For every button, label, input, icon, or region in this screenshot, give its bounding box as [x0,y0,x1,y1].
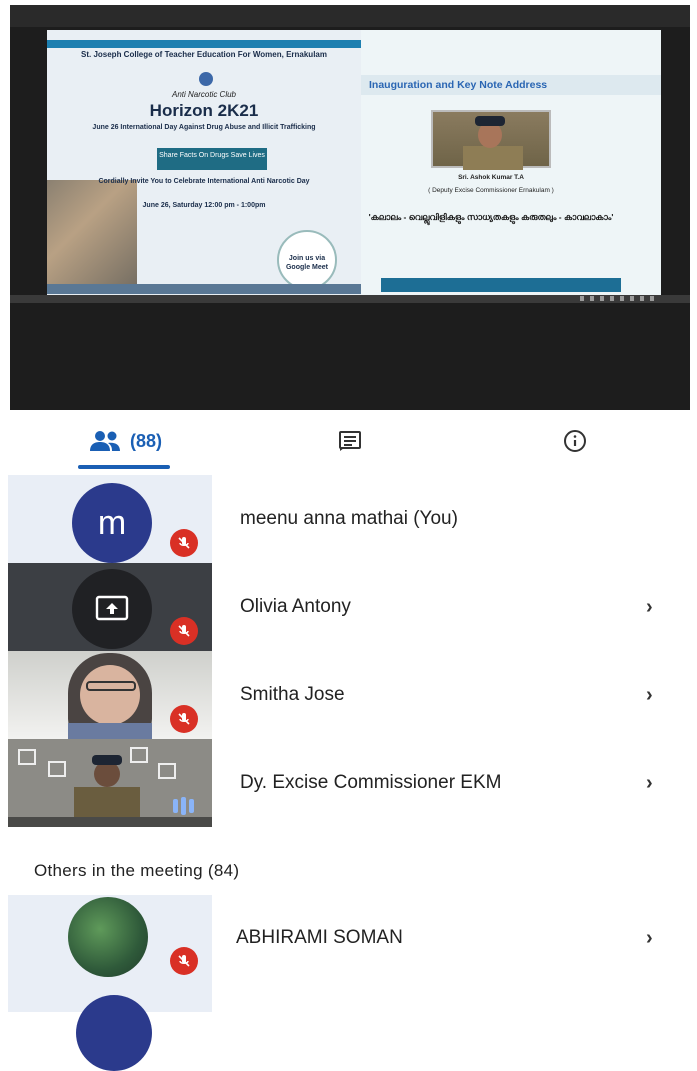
poster-title: Horizon 2K21 [149,101,259,120]
poster-footer [47,284,361,294]
participant-row[interactable]: Olivia Antony › [0,563,697,651]
speaking-indicator-icon [166,793,200,819]
others-section-title: Others in the meeting (84) [34,861,240,880]
mic-off-icon [170,705,198,733]
presentation-controls[interactable] [10,295,690,303]
avatar [72,569,152,649]
speaker-role: ( Deputy Excise Commissioner Ernakulam ) [428,187,554,194]
present-screen-icon [95,595,129,621]
poster-date: June 26, Saturday 12:00 pm - 1:00pm [142,202,266,209]
poster-college: St. Joseph College of Teacher Education … [81,50,327,59]
participant-tile [8,563,212,651]
event-poster-slide: St. Joseph College of Teacher Education … [47,30,361,298]
poster-slogan: Share Facts On Drugs Save Lives [157,148,267,170]
participant-row[interactable]: Dy. Excise Commissioner EKM › [0,739,697,827]
active-tab-indicator [78,465,170,469]
chevron-right-icon[interactable]: › [646,772,653,795]
participant-tile: m [8,475,212,563]
keynote-quote: 'കലാലം - വെല്ലുവിളികളും സാധ്യതകളും കരുതല… [368,212,614,222]
chevron-right-icon[interactable]: › [646,596,653,619]
college-logo-icon [199,72,213,86]
avatar [76,995,152,1071]
speaker-photo [431,110,551,170]
keynote-footer [381,278,621,292]
participant-name: Dy. Excise Commissioner EKM [240,772,502,793]
chevron-right-icon[interactable]: › [646,927,653,950]
avatar-initial: m [97,503,127,542]
participant-name: Smitha Jose [240,684,345,705]
tab-info[interactable] [545,420,605,462]
chevron-right-icon[interactable]: › [646,684,653,707]
keynote-slide: Inauguration and Key Note Address Sri. A… [361,30,661,298]
participant-name: meenu anna mathai (You) [240,508,458,529]
mic-off-icon [170,947,198,975]
participant-name: ABHIRAMI SOMAN [236,927,403,948]
tab-chat[interactable] [320,420,380,462]
participant-video [8,739,212,827]
mic-off-icon [170,529,198,557]
speaker-name: Sri. Ashok Kumar T.A [458,174,524,181]
avatar [68,897,148,977]
poster-band [47,40,361,48]
participant-name: Olivia Antony [240,596,351,617]
participant-video [8,651,212,739]
mic-off-icon [170,617,198,645]
participant-row[interactable]: m meenu anna mathai (You) [0,475,697,563]
google-meet-badge: Join us via Google Meet [277,230,337,290]
poster-photo [47,180,137,290]
people-count: (88) [129,430,162,451]
keynote-heading: Inauguration and Key Note Address [369,79,548,91]
participant-tile [8,895,212,1071]
poster-invite: Cordially Invite You to Celebrate Intern… [98,178,310,185]
presentation-stage: St. Joseph College of Teacher Education … [10,5,690,410]
tab-people[interactable]: (88) [55,420,195,462]
poster-club: Anti Narcotic Club [171,90,237,99]
participant-row[interactable]: Smitha Jose › [0,651,697,739]
chat-icon [339,431,361,451]
info-icon [564,430,586,452]
poster-subtitle: June 26 International Day Against Drug A… [92,124,316,131]
people-icon [89,431,120,451]
participant-row[interactable]: ABHIRAMI SOMAN › [0,895,697,1071]
avatar: m [72,483,152,563]
presentation-top-bar [10,5,690,27]
